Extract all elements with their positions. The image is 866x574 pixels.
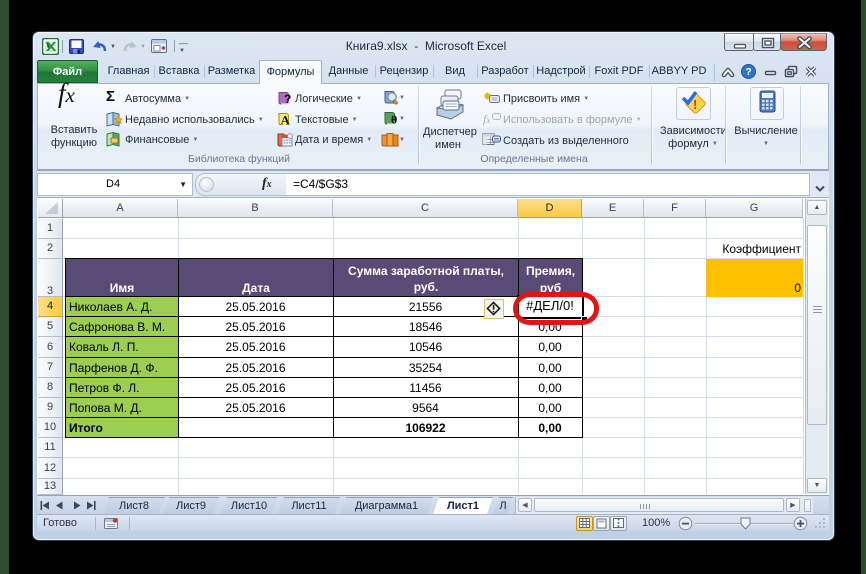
svg-text:★: ★ xyxy=(114,115,122,127)
svg-text:θ: θ xyxy=(391,113,397,127)
svg-text:!: ! xyxy=(693,97,697,112)
svg-text:fx: fx xyxy=(483,112,490,126)
svg-text:?: ? xyxy=(284,92,291,106)
svg-text:?: ? xyxy=(745,67,751,78)
svg-text:A: A xyxy=(281,113,291,128)
